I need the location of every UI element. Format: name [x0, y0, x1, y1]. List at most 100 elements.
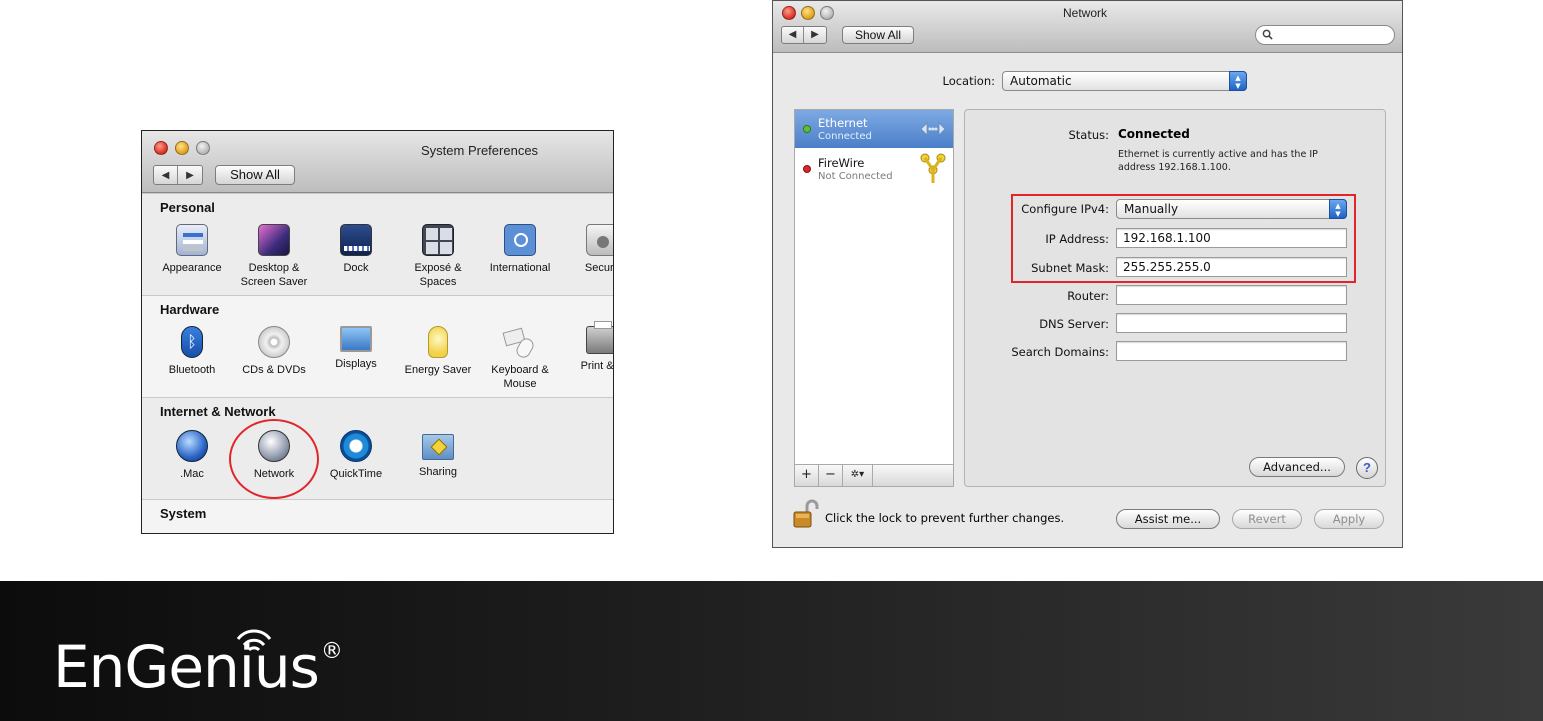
pref-label: Securit	[584, 262, 614, 274]
search-domains-label: Search Domains:	[1011, 345, 1109, 359]
pref-label: Displays	[335, 358, 377, 370]
section-heading: Internet & Network	[160, 404, 276, 419]
section-heading: System	[160, 506, 207, 521]
pref-label: Dock	[343, 262, 369, 274]
pref-label: Desktop & Screen Saver	[240, 262, 308, 288]
status-note: Ethernet is currently active and has the…	[1118, 149, 1318, 173]
service-firewire[interactable]: FireWire Not Connected	[795, 150, 953, 188]
show-all-button[interactable]: Show All	[842, 26, 914, 44]
pref-displays[interactable]: Displays	[316, 326, 396, 371]
location-popup[interactable]: Automatic ▲ ▼	[1002, 71, 1247, 91]
service-list: Ethernet Connected FireWire Not Connecte…	[794, 109, 954, 465]
pref-security[interactable]: Securit	[562, 224, 614, 275]
desktop-icon	[258, 224, 290, 256]
pref-label: .Mac	[180, 468, 204, 480]
settings-highlight-box	[1011, 194, 1356, 283]
pref-label: Energy Saver	[404, 364, 472, 376]
unlocked-padlock-icon[interactable]	[793, 499, 819, 529]
back-arrow-icon[interactable]: ◀	[154, 166, 178, 184]
expose-icon	[422, 224, 454, 256]
pref-bluetooth[interactable]: ᛒ Bluetooth	[152, 326, 232, 377]
security-icon	[586, 224, 613, 256]
back-forward-control[interactable]: ◀ ▶	[781, 26, 827, 44]
close-window-button[interactable]	[782, 6, 796, 20]
keyboard-mouse-icon	[502, 326, 537, 361]
cd-icon	[258, 326, 290, 358]
quicktime-icon	[340, 430, 372, 462]
display-icon	[340, 326, 372, 352]
printer-icon	[586, 321, 613, 354]
dns-server-label: DNS Server:	[1039, 317, 1109, 331]
dns-server-field[interactable]	[1116, 313, 1347, 333]
search-domains-field[interactable]	[1116, 341, 1347, 361]
international-icon	[504, 224, 536, 256]
location-label: Location:	[942, 74, 995, 88]
status-dot-red	[803, 165, 811, 173]
router-label: Router:	[1067, 289, 1109, 303]
help-button[interactable]: ?	[1356, 457, 1378, 479]
pref-appearance[interactable]: Appearance	[152, 224, 232, 275]
pref-quicktime[interactable]: QuickTime	[316, 430, 396, 481]
search-input[interactable]	[1255, 25, 1395, 45]
brand-name: EnGenius	[53, 633, 320, 701]
show-all-button[interactable]: Show All	[215, 165, 295, 185]
pref-label: International	[489, 262, 551, 274]
minimize-window-button[interactable]	[801, 6, 815, 20]
network-window: Network ◀ ▶ Show All Location: Automatic…	[772, 0, 1403, 548]
pref-print-fax[interactable]: Print & F	[562, 321, 613, 373]
section-heading: Personal	[160, 200, 215, 215]
sharing-folder-icon	[422, 434, 454, 460]
status-value: Connected	[1118, 127, 1190, 141]
service-ethernet[interactable]: Ethernet Connected	[795, 110, 953, 148]
pref-label: Sharing	[419, 466, 457, 478]
pref-international[interactable]: International	[480, 224, 560, 275]
bluetooth-icon: ᛒ	[181, 326, 203, 358]
action-gear-button[interactable]: ✲▾	[843, 465, 873, 486]
lock-message: Click the lock to prevent further change…	[825, 511, 1065, 525]
back-forward-control[interactable]: ◀ ▶	[153, 165, 203, 185]
pref-label: Bluetooth	[168, 364, 216, 376]
ethernet-arrows-icon	[920, 122, 946, 136]
pref-dock[interactable]: Dock	[316, 224, 396, 275]
pref-keyboard-mouse[interactable]: Keyboard & Mouse	[480, 326, 560, 391]
registered-mark: ®	[320, 639, 343, 664]
minimize-window-button[interactable]	[175, 141, 189, 155]
pref-sharing[interactable]: Sharing	[398, 430, 478, 479]
zoom-window-button[interactable]	[820, 6, 834, 20]
assist-me-button[interactable]: Assist me...	[1116, 509, 1220, 529]
service-status: Not Connected	[818, 171, 893, 182]
pref-label: Exposé & Spaces	[414, 262, 462, 288]
forward-arrow-icon[interactable]: ▶	[178, 166, 202, 184]
router-field[interactable]	[1116, 285, 1347, 305]
remove-service-button[interactable]: −	[819, 465, 843, 486]
advanced-button[interactable]: Advanced...	[1249, 457, 1345, 477]
pref-cds-dvds[interactable]: CDs & DVDs	[234, 326, 314, 377]
pref-label: QuickTime	[329, 468, 383, 480]
popup-arrows-icon: ▲ ▼	[1229, 71, 1247, 91]
back-arrow-icon[interactable]: ◀	[782, 27, 804, 43]
status-label: Status:	[1068, 128, 1109, 142]
status-dot-green	[803, 125, 811, 133]
pref-dotmac[interactable]: .Mac	[152, 430, 232, 481]
system-preferences-titlebar: System Preferences ◀ ▶ Show All	[142, 131, 613, 193]
pref-desktop-screen-saver[interactable]: Desktop & Screen Saver	[234, 224, 314, 289]
engenius-logo: EnGenius®	[53, 633, 343, 701]
zoom-window-button[interactable]	[196, 141, 210, 155]
system-preferences-window: System Preferences ◀ ▶ Show All Personal…	[141, 130, 614, 534]
revert-button[interactable]: Revert	[1232, 509, 1302, 529]
location-value: Automatic	[1010, 74, 1072, 88]
pref-expose-spaces[interactable]: Exposé & Spaces	[398, 224, 478, 289]
section-hardware: Hardware ᛒ Bluetooth CDs & DVDs Displays…	[142, 295, 613, 397]
network-titlebar: Network ◀ ▶ Show All	[773, 1, 1402, 53]
section-heading: Hardware	[160, 302, 220, 317]
lightbulb-icon	[428, 326, 448, 358]
section-internet-network: Internet & Network .Mac Network QuickTim…	[142, 397, 613, 499]
service-name: Ethernet	[818, 116, 868, 130]
forward-arrow-icon[interactable]: ▶	[804, 27, 826, 43]
pref-energy-saver[interactable]: Energy Saver	[398, 326, 478, 377]
apply-button[interactable]: Apply	[1314, 509, 1384, 529]
dock-icon	[340, 224, 372, 256]
add-service-button[interactable]: +	[795, 465, 819, 486]
appearance-icon	[176, 224, 208, 256]
close-window-button[interactable]	[154, 141, 168, 155]
